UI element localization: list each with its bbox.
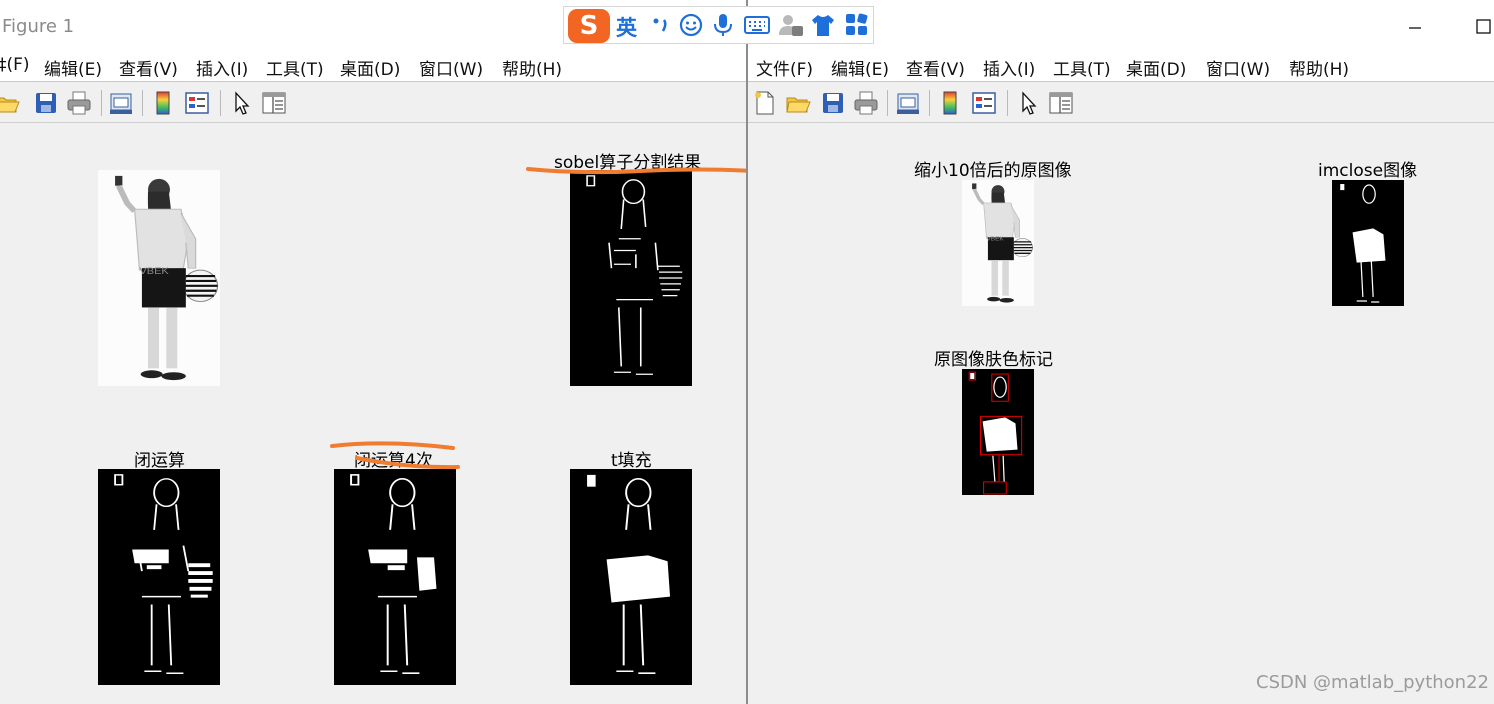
save-icon[interactable] (820, 90, 846, 116)
toolbar-separator (220, 90, 221, 116)
close-image-axes (98, 469, 220, 685)
menu-file[interactable]: 文件(F) (756, 55, 813, 80)
toolbar-separator (929, 90, 930, 116)
print-icon[interactable] (66, 90, 92, 116)
pointer-icon[interactable] (1015, 90, 1041, 116)
scaled-axis-title: 缩小10倍后的原图像 (914, 161, 1072, 181)
legend-icon[interactable] (184, 90, 210, 116)
microphone-icon[interactable] (710, 12, 736, 38)
sobel-image-axes (570, 170, 692, 386)
skin-axis-title: 原图像肤色标记 (934, 350, 1053, 370)
menu-file[interactable]: ‡(F) (0, 55, 30, 75)
menu-window[interactable]: 窗口(W) (1206, 55, 1270, 80)
imclose-axis-title: imclose图像 (1318, 161, 1418, 181)
menu-desktop[interactable]: 桌面(D) (340, 55, 400, 80)
toolbar-separator (887, 90, 888, 116)
imclose-image (1332, 180, 1404, 306)
close4-image-axes (334, 469, 456, 685)
menu-view[interactable]: 查看(V) (119, 55, 178, 80)
window-title: Figure 1 (2, 16, 75, 37)
save-icon[interactable] (33, 90, 59, 116)
menu-tools[interactable]: 工具(T) (1053, 55, 1111, 80)
maximize-icon[interactable] (1468, 12, 1494, 42)
print-icon[interactable] (853, 90, 879, 116)
toolbar-separator (142, 90, 143, 116)
pointer-icon[interactable] (228, 90, 254, 116)
open-folder-icon[interactable] (785, 90, 811, 116)
fill-image-axes (570, 469, 692, 685)
menu-view[interactable]: 查看(V) (906, 55, 965, 80)
keyboard-icon[interactable] (744, 12, 770, 38)
skin-mark-image-axes (962, 369, 1034, 495)
minimize-icon[interactable] (1400, 12, 1430, 42)
toolbar-separator (101, 90, 102, 116)
menubar: ‡(F) 编辑(E) 查看(V) 插入(I) 工具(T) 桌面(D) 窗口(W)… (0, 52, 746, 82)
menu-help[interactable]: 帮助(H) (1289, 55, 1349, 80)
menu-edit[interactable]: 编辑(E) (831, 55, 889, 80)
legend-icon[interactable] (971, 90, 997, 116)
imclose-image-axes (1332, 180, 1404, 306)
scaled-person-image (962, 180, 1034, 306)
csdn-watermark: CSDN @matlab_python22 (1256, 672, 1489, 693)
toolbox-icon[interactable] (844, 12, 870, 38)
original-person-image (98, 170, 220, 386)
colorbar-icon[interactable] (937, 90, 963, 116)
toolbar (0, 82, 746, 123)
property-editor-icon[interactable] (261, 90, 287, 116)
toolbar-separator (1007, 90, 1008, 116)
sobel-edge-image (570, 170, 692, 386)
user-icon[interactable] (778, 12, 804, 38)
toolbar (748, 82, 1494, 123)
new-figure-icon[interactable] (752, 90, 778, 116)
ime-toolbar[interactable]: S 英 (563, 6, 874, 44)
print-preview-icon[interactable] (108, 90, 134, 116)
fill-axis-title: t填充 (611, 451, 652, 471)
fill-image (570, 469, 692, 685)
print-preview-icon[interactable] (895, 90, 921, 116)
close4-image (334, 469, 456, 685)
colorbar-icon[interactable] (150, 90, 176, 116)
original-image-axes (98, 170, 220, 386)
figure-2-window: 文件(F) 编辑(E) 查看(V) 插入(I) 工具(T) 桌面(D) 窗口(W… (746, 0, 1494, 704)
close4-axis-title: 闭运算4次 (354, 451, 433, 471)
sogou-logo-icon[interactable]: S (568, 9, 610, 43)
figure-1-window: Figure 1 ‡(F) 编辑(E) 查看(V) 插入(I) 工具(T) 桌面… (0, 0, 746, 704)
menu-window[interactable]: 窗口(W) (419, 55, 483, 80)
punctuation-icon[interactable] (648, 12, 674, 38)
close-image (98, 469, 220, 685)
menu-desktop[interactable]: 桌面(D) (1126, 55, 1186, 80)
menu-insert[interactable]: 插入(I) (983, 55, 1035, 80)
skin-mark-image (962, 369, 1034, 495)
menubar: 文件(F) 编辑(E) 查看(V) 插入(I) 工具(T) 桌面(D) 窗口(W… (748, 52, 1494, 82)
menu-tools[interactable]: 工具(T) (266, 55, 324, 80)
property-editor-icon[interactable] (1048, 90, 1074, 116)
menu-edit[interactable]: 编辑(E) (44, 55, 102, 80)
ime-language-toggle[interactable]: 英 (616, 12, 637, 42)
menu-help[interactable]: 帮助(H) (502, 55, 562, 80)
emoji-icon[interactable] (678, 12, 704, 38)
menu-insert[interactable]: 插入(I) (196, 55, 248, 80)
open-folder-icon[interactable] (0, 90, 20, 116)
scaled-image-axes (962, 180, 1034, 306)
skin-icon[interactable] (810, 12, 836, 38)
close-axis-title: 闭运算 (134, 451, 185, 471)
